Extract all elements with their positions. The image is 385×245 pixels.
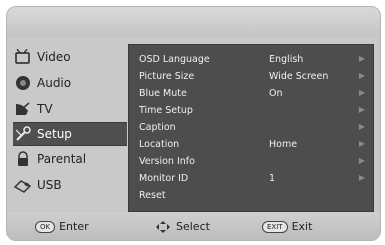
sidebar-item-setup[interactable]: Setup (13, 122, 127, 146)
satellite-icon (13, 100, 33, 118)
arrow-right-icon: ▶ (358, 139, 365, 148)
menu-row-version-info[interactable]: Version Info ▶ (129, 154, 373, 170)
menu-row-blue-mute[interactable]: Blue Mute On ▶ (129, 86, 373, 102)
sidebar: Video Audio TV Setup Parental USB (7, 44, 127, 198)
sidebar-item-audio[interactable]: Audio (7, 70, 127, 96)
footer-hint-bar: OK Enter Select EXIT Exit (7, 212, 380, 240)
menu-row-picture-size[interactable]: Picture Size Wide Screen ▶ (129, 69, 373, 85)
select-hint: Select (155, 220, 210, 233)
ok-key-icon: OK (35, 220, 56, 233)
arrow-right-icon: ▶ (358, 105, 365, 114)
sidebar-item-label: Audio (37, 76, 72, 90)
arrow-right-icon: ▶ (358, 88, 365, 97)
menu-row-time-setup[interactable]: Time Setup ▶ (129, 103, 373, 119)
wrench-icon (13, 125, 33, 143)
arrow-right-icon: ▶ (358, 122, 365, 131)
sidebar-item-label: Setup (37, 127, 72, 141)
menu-row-monitor-id[interactable]: Monitor ID 1 ▶ (129, 171, 373, 187)
tv-screen-icon (13, 48, 33, 66)
lock-icon (13, 150, 33, 168)
exit-hint: EXIT Exit (262, 220, 312, 233)
sidebar-item-label: Video (37, 50, 71, 64)
setup-menu-panel: OSD Language English ▶ Picture Size Wide… (128, 44, 374, 212)
arrow-right-icon: ▶ (358, 156, 365, 165)
menu-row-location[interactable]: Location Home ▶ (129, 137, 373, 153)
speaker-icon (13, 74, 33, 92)
arrow-right-icon: ▶ (358, 173, 365, 182)
usb-icon (13, 176, 33, 194)
sidebar-item-usb[interactable]: USB (7, 172, 127, 198)
sidebar-item-video[interactable]: Video (7, 44, 127, 70)
enter-hint: OK Enter (35, 220, 89, 233)
sidebar-item-label: USB (37, 178, 62, 192)
arrow-right-icon: ▶ (358, 54, 365, 63)
menu-row-osd-language[interactable]: OSD Language English ▶ (129, 52, 373, 68)
menu-row-caption[interactable]: Caption ▶ (129, 120, 373, 136)
dpad-icon (155, 220, 171, 233)
osd-menu-window: Video Audio TV Setup Parental USB OSD La… (6, 6, 381, 241)
exit-key-icon: EXIT (262, 220, 288, 233)
sidebar-item-tv[interactable]: TV (7, 96, 127, 122)
menu-row-reset[interactable]: Reset (129, 188, 373, 204)
title-bar (7, 7, 380, 37)
sidebar-item-label: Parental (37, 152, 87, 166)
sidebar-item-parental[interactable]: Parental (7, 146, 127, 172)
arrow-right-icon: ▶ (358, 71, 365, 80)
sidebar-item-label: TV (37, 102, 53, 116)
